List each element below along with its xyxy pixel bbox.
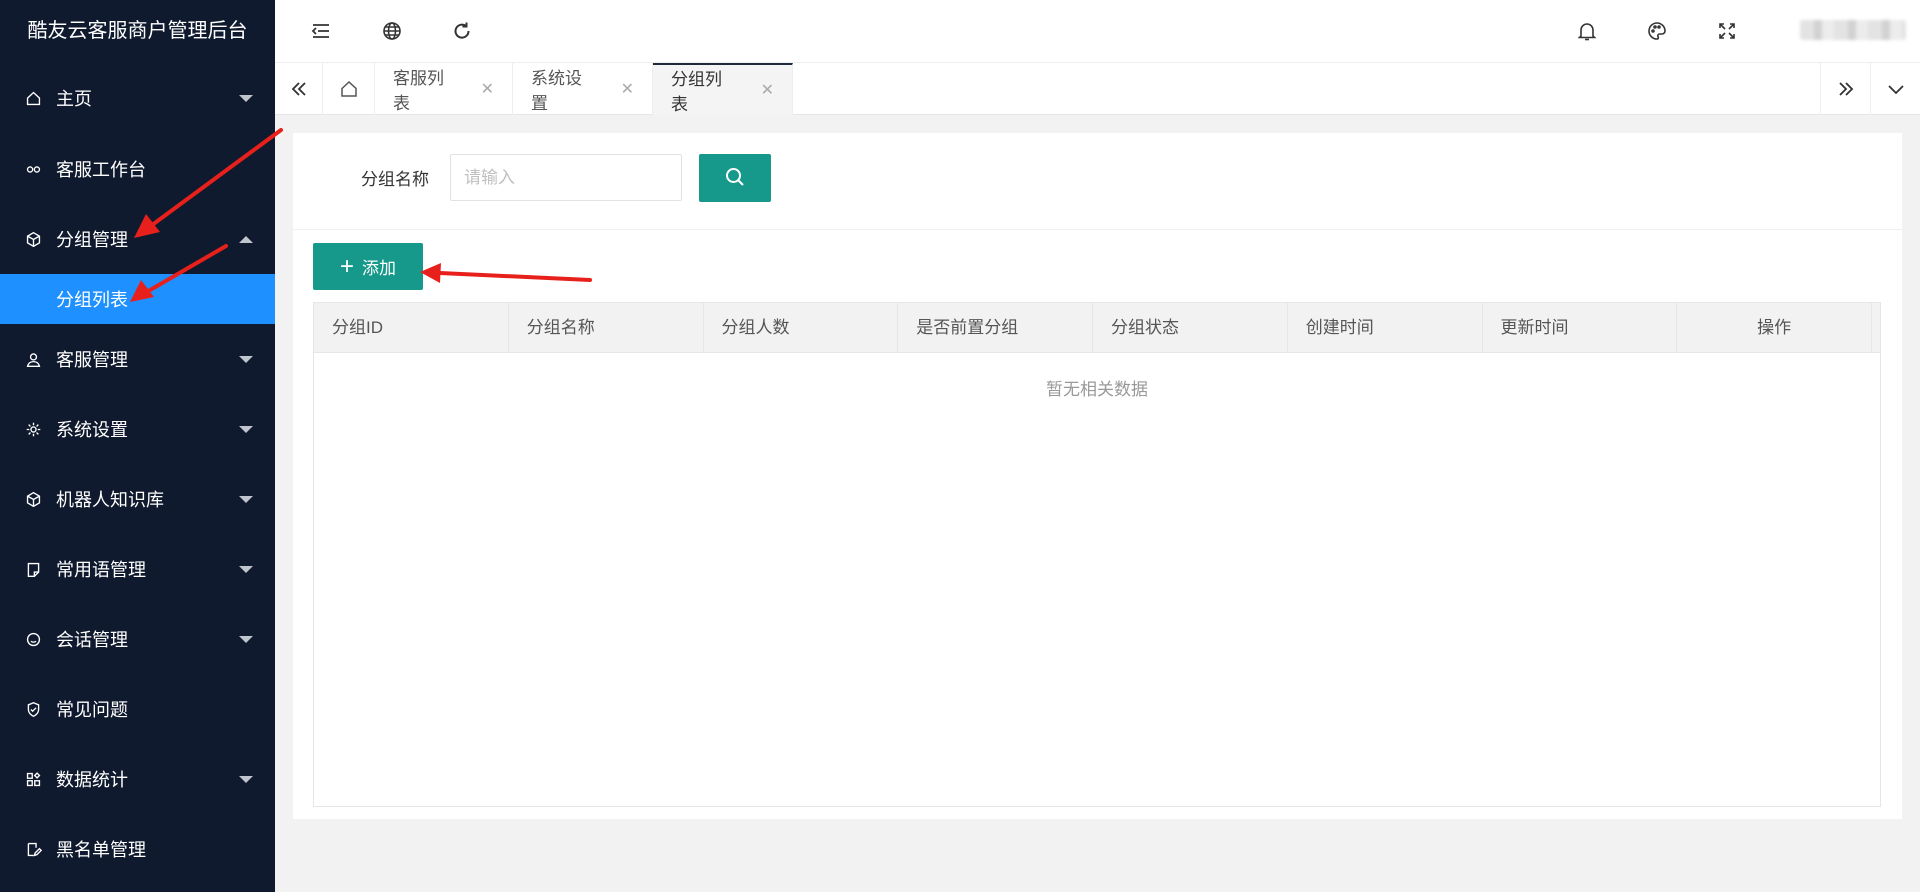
- tabs-menu-chevron-down-icon[interactable]: [1870, 63, 1920, 115]
- search-form: 分组名称: [293, 133, 1902, 230]
- edit-icon: [24, 840, 42, 858]
- column-header[interactable]: 更新时间: [1483, 303, 1678, 353]
- column-header[interactable]: 分组人数: [704, 303, 899, 353]
- column-header-scroll-gutter: [1872, 303, 1880, 353]
- menu-fold-icon[interactable]: [309, 19, 333, 43]
- close-icon[interactable]: ✕: [481, 79, 494, 99]
- user-icon: [24, 350, 42, 368]
- sidebar-item-label: 客服管理: [56, 350, 128, 370]
- tabs-bar: 客服列表 ✕ 系统设置 ✕ 分组列表 ✕: [275, 63, 1920, 115]
- caret-down-icon: [239, 636, 253, 643]
- sidebar-item-agent-management[interactable]: 客服管理: [0, 324, 275, 394]
- sidebar-item-label: 常用语管理: [56, 560, 146, 580]
- sidebar-item-label: 主页: [56, 89, 92, 109]
- caret-down-icon: [239, 566, 253, 573]
- tab-agent-list[interactable]: 客服列表 ✕: [375, 63, 513, 115]
- column-header[interactable]: 创建时间: [1288, 303, 1483, 353]
- caret-down-icon: [239, 776, 253, 783]
- column-header[interactable]: 分组状态: [1093, 303, 1288, 353]
- sidebar-item-phrases[interactable]: 常用语管理: [0, 534, 275, 604]
- tabs-scroll-right-icon[interactable]: [1820, 63, 1870, 115]
- sidebar-item-service-desk[interactable]: 客服工作台: [0, 134, 275, 204]
- plus-icon: +: [339, 252, 354, 280]
- sidebar-item-system-settings[interactable]: 系统设置: [0, 394, 275, 464]
- apps-icon: [24, 770, 42, 788]
- sidebar-item-robot-kb[interactable]: 机器人知识库: [0, 464, 275, 534]
- caret-up-icon: [239, 236, 253, 243]
- column-header[interactable]: 是否前置分组: [898, 303, 1093, 353]
- group-table: 分组ID 分组名称 分组人数 是否前置分组 分组状态 创建时间 更新时间 操作 …: [313, 302, 1881, 807]
- caret-down-icon: [239, 496, 253, 503]
- sidebar-item-faq[interactable]: 常见问题: [0, 674, 275, 744]
- sidebar-item-home[interactable]: 主页: [0, 62, 275, 134]
- search-label: 分组名称: [361, 170, 429, 189]
- sidebar-item-label: 黑名单管理: [56, 840, 146, 860]
- tabs-scroll-left-icon[interactable]: [275, 63, 323, 115]
- content-card: 分组名称 + 添加 分组ID 分组名称 分组人数 是否前置分组 分组状态 创建时…: [293, 133, 1902, 819]
- sidebar-item-group-management[interactable]: 分组管理: [0, 204, 275, 274]
- add-button[interactable]: + 添加: [313, 243, 423, 290]
- top-header: [275, 0, 1920, 63]
- sidebar-item-statistics[interactable]: 数据统计: [0, 744, 275, 814]
- search-icon: [723, 165, 747, 192]
- sidebar-item-blacklist[interactable]: 黑名单管理: [0, 814, 275, 884]
- tab-group-list[interactable]: 分组列表 ✕: [653, 63, 793, 115]
- sidebar-item-label: 客服工作台: [56, 160, 146, 180]
- group-name-search-input[interactable]: [450, 154, 682, 201]
- smile-icon: [24, 630, 42, 648]
- globe-icon[interactable]: [380, 19, 404, 43]
- sidebar: 酷友云客服商户管理后台 主页 客服工作台 分组管理 分组列表 客服管理 系统设置…: [0, 0, 275, 892]
- column-header[interactable]: 分组名称: [509, 303, 704, 353]
- sidebar-item-label: 分组管理: [56, 230, 128, 250]
- tab-label: 分组列表: [671, 70, 722, 114]
- user-avatar-blurred[interactable]: [1800, 20, 1906, 40]
- search-button[interactable]: [699, 154, 771, 202]
- sidebar-item-label: 系统设置: [56, 420, 128, 440]
- refresh-icon[interactable]: [450, 19, 474, 43]
- tab-system-settings[interactable]: 系统设置 ✕: [513, 63, 653, 115]
- tab-label: 系统设置: [531, 69, 582, 113]
- sidebar-item-group-list[interactable]: 分组列表: [0, 274, 275, 324]
- tab-home-icon[interactable]: [323, 63, 375, 115]
- cube-icon: [24, 490, 42, 508]
- app-title: 酷友云客服商户管理后台: [27, 20, 248, 42]
- sidebar-item-label: 机器人知识库: [56, 490, 164, 510]
- fullscreen-icon[interactable]: [1715, 19, 1739, 43]
- sidebar-item-label: 常见问题: [56, 700, 128, 720]
- close-icon[interactable]: ✕: [621, 79, 634, 99]
- sidebar-item-sessions[interactable]: 会话管理: [0, 604, 275, 674]
- cube-icon: [24, 230, 42, 248]
- add-button-label: 添加: [362, 259, 396, 278]
- gear-icon: [24, 420, 42, 438]
- bell-icon[interactable]: [1575, 19, 1599, 43]
- link-icon: [24, 160, 42, 178]
- home-icon: [24, 89, 42, 107]
- sidebar-item-label: 会话管理: [56, 630, 128, 650]
- table-header: 分组ID 分组名称 分组人数 是否前置分组 分组状态 创建时间 更新时间 操作: [314, 303, 1880, 353]
- palette-icon[interactable]: [1645, 19, 1669, 43]
- sidebar-item-label: 数据统计: [56, 770, 128, 790]
- tab-label: 客服列表: [393, 69, 444, 113]
- caret-down-icon: [239, 426, 253, 433]
- caret-down-icon: [239, 356, 253, 363]
- note-icon: [24, 560, 42, 578]
- caret-down-icon: [239, 95, 253, 102]
- column-header[interactable]: 分组ID: [314, 303, 509, 353]
- shield-icon: [24, 700, 42, 718]
- column-header-actions: 操作: [1677, 303, 1872, 353]
- close-icon[interactable]: ✕: [761, 80, 774, 100]
- empty-state-text: 暂无相关数据: [1046, 380, 1148, 399]
